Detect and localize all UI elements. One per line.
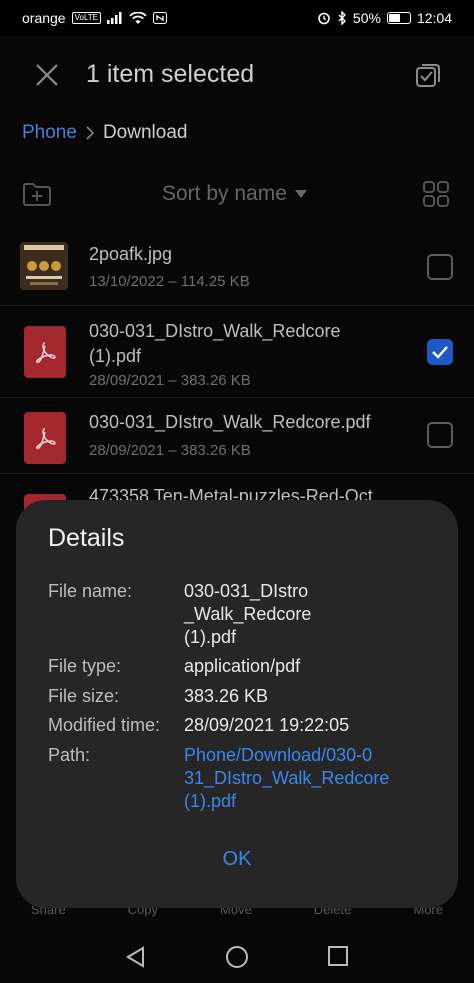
file-name-part: 030-031_DIstro [184, 581, 309, 601]
file-name-line1: 030-031_DIstro_Walk_Redcore [89, 321, 341, 341]
alarm-icon [318, 12, 330, 25]
file-name: 030-031_DIstro_Walk_Redcore.pdf [89, 412, 371, 432]
list-item[interactable]: 2poafk.jpg 13/10/2022 – 114.25 KB [0, 232, 474, 306]
clock: 12:04 [416, 10, 452, 26]
home-icon[interactable] [225, 945, 249, 969]
file-checkbox[interactable] [427, 254, 453, 280]
file-name: 2poafk.jpg [89, 244, 173, 264]
sort-dropdown[interactable]: Sort by name [162, 182, 307, 206]
top-bar: 1 item selected [0, 54, 474, 96]
file-name-part: (1).pdf [184, 627, 237, 647]
pdf-icon [36, 342, 56, 364]
detail-label: Path: [48, 745, 91, 765]
detail-path: Path: Phone/Download/030-0 31_DIstro_Wal… [48, 744, 438, 813]
close-icon[interactable] [34, 62, 60, 88]
details-dialog: Details File name: 030-031_DIstro _Walk_… [16, 500, 458, 908]
file-checkbox[interactable] [427, 422, 453, 448]
status-left: orange VoLTE [22, 10, 168, 26]
breadcrumb: Phone Download [22, 122, 187, 144]
status-bar: orange VoLTE 50% 12:04 [0, 0, 474, 36]
status-right: 50% 12:04 [317, 10, 452, 26]
system-nav-bar [0, 937, 474, 977]
battery-percent: 50% [352, 10, 381, 26]
checkmark-icon [432, 346, 448, 359]
breadcrumb-download[interactable]: Download [103, 122, 188, 144]
carrier-name: orange [22, 10, 66, 26]
dialog-title: Details [48, 524, 125, 552]
back-icon[interactable] [124, 945, 148, 969]
caret-down-icon [294, 190, 307, 198]
breadcrumb-phone[interactable]: Phone [22, 122, 77, 144]
file-meta: 28/09/2021 – 383.26 KB [89, 442, 251, 459]
sort-label: Sort by name [162, 182, 287, 205]
path-part: Phone/Download/030-0 [184, 745, 373, 765]
wifi-icon [129, 11, 147, 24]
path-part: (1).pdf [184, 791, 237, 811]
detail-label: File name: [48, 581, 133, 601]
file-name-line2: (1).pdf [89, 346, 142, 366]
select-all-icon[interactable] [414, 61, 442, 89]
signal-icon [107, 12, 122, 24]
recents-icon[interactable] [327, 945, 349, 967]
chevron-right-icon [86, 126, 95, 140]
detail-file-name: File name: 030-031_DIstro _Walk_Redcore … [48, 580, 438, 649]
image-thumbnail [20, 242, 68, 290]
volte-badge: VoLTE [71, 12, 102, 24]
pdf-thumbnail [24, 326, 66, 378]
file-list: 2poafk.jpg 13/10/2022 – 114.25 KB 030-03… [0, 232, 474, 534]
detail-label: File type: [48, 656, 122, 676]
battery-icon [386, 12, 411, 24]
pdf-thumbnail [24, 412, 66, 464]
detail-label: Modified time: [48, 715, 161, 735]
detail-file-type: File type: application/pdf [48, 655, 438, 678]
new-folder-icon[interactable] [22, 180, 52, 208]
grid-view-icon[interactable] [422, 180, 450, 208]
bluetooth-icon [338, 11, 346, 25]
detail-file-size: File size: 383.26 KB [48, 685, 438, 708]
path-link[interactable]: Phone/Download/030-0 31_DIstro_Walk_Redc… [184, 744, 389, 813]
pdf-icon [36, 428, 56, 450]
detail-value: 030-031_DIstro _Walk_Redcore (1).pdf [184, 580, 311, 649]
ok-button[interactable]: OK [16, 848, 458, 871]
file-meta: 28/09/2021 – 383.26 KB [89, 372, 251, 389]
detail-label: File size: [48, 686, 120, 706]
file-name-part: _Walk_Redcore [184, 604, 312, 624]
list-item[interactable]: 030-031_DIstro_Walk_Redcore.pdf 28/09/20… [0, 398, 474, 474]
list-item[interactable]: 030-031_DIstro_Walk_Redcore (1).pdf 28/0… [0, 306, 474, 398]
file-meta: 13/10/2022 – 114.25 KB [89, 273, 250, 290]
detail-modified-time: Modified time: 28/09/2021 19:22:05 [48, 714, 438, 737]
detail-value: application/pdf [184, 656, 301, 676]
tool-row: Sort by name [0, 176, 474, 216]
nfc-icon [153, 12, 168, 24]
detail-value: 383.26 KB [184, 686, 269, 706]
detail-value: 28/09/2021 19:22:05 [184, 715, 350, 735]
page-title: 1 item selected [86, 60, 255, 88]
path-part: 31_DIstro_Walk_Redcore [184, 768, 390, 788]
file-checkbox-checked[interactable] [427, 339, 453, 365]
